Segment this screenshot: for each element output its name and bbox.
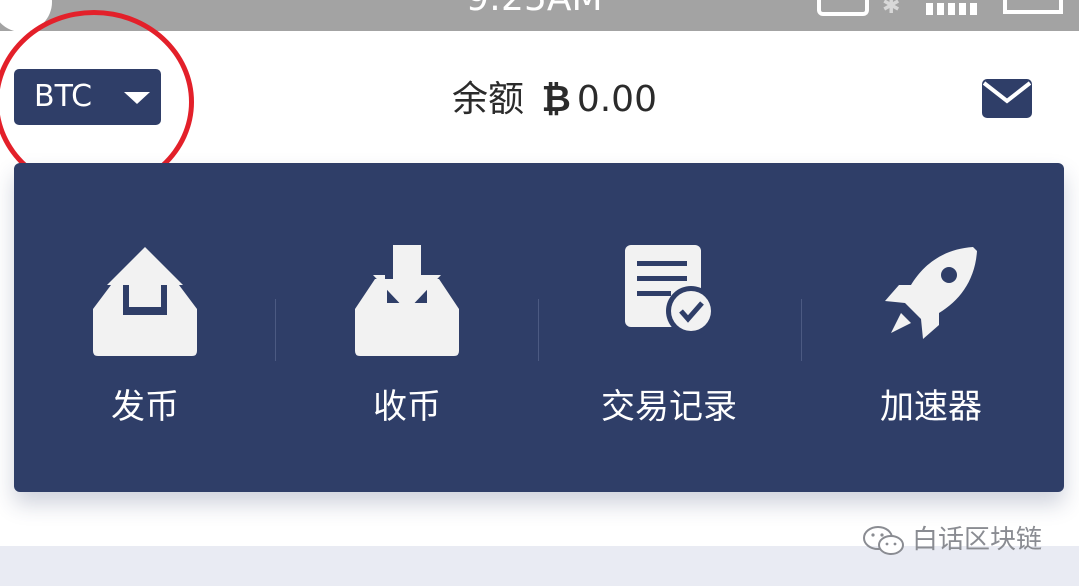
accelerator-button[interactable]: 加速器: [800, 163, 1062, 492]
transaction-history-button[interactable]: 交易记录: [538, 163, 800, 492]
balance-value: 0.00: [576, 79, 657, 120]
document-check-icon: [625, 245, 716, 336]
transaction-history-label: 交易记录: [601, 387, 737, 427]
wechat-icon: [863, 525, 904, 555]
bluetooth-icon: ✱: [882, 0, 901, 19]
watermark: 白话区块链: [862, 518, 1042, 562]
accelerator-label: 加速器: [880, 387, 982, 427]
status-bar: 9:25AM ✱: [0, 0, 1079, 32]
action-panel: 发币 收币 交易记录 加速器: [14, 163, 1064, 492]
receive-coin-button[interactable]: 收币: [276, 163, 538, 492]
send-coin-label: 发币: [111, 387, 179, 427]
balance-display: 余额 ₿ 0.00: [452, 72, 657, 128]
balance-label: 余额: [452, 79, 525, 120]
bitcoin-symbol: ₿: [541, 79, 571, 120]
receive-coin-label: 收币: [373, 387, 441, 427]
rocket-icon: [885, 247, 977, 339]
mail-icon: [982, 81, 1032, 104]
watermark-text: 白话区块链: [912, 525, 1043, 555]
phone-icon: [817, 0, 869, 16]
mail-button[interactable]: [982, 79, 1032, 118]
signal-icon: [926, 0, 986, 15]
upload-tray-icon: [93, 247, 197, 356]
status-time: 9:25AM: [466, 0, 603, 19]
download-tray-icon: [355, 245, 459, 356]
send-coin-button[interactable]: 发币: [14, 163, 276, 492]
battery-icon: [1003, 0, 1063, 14]
